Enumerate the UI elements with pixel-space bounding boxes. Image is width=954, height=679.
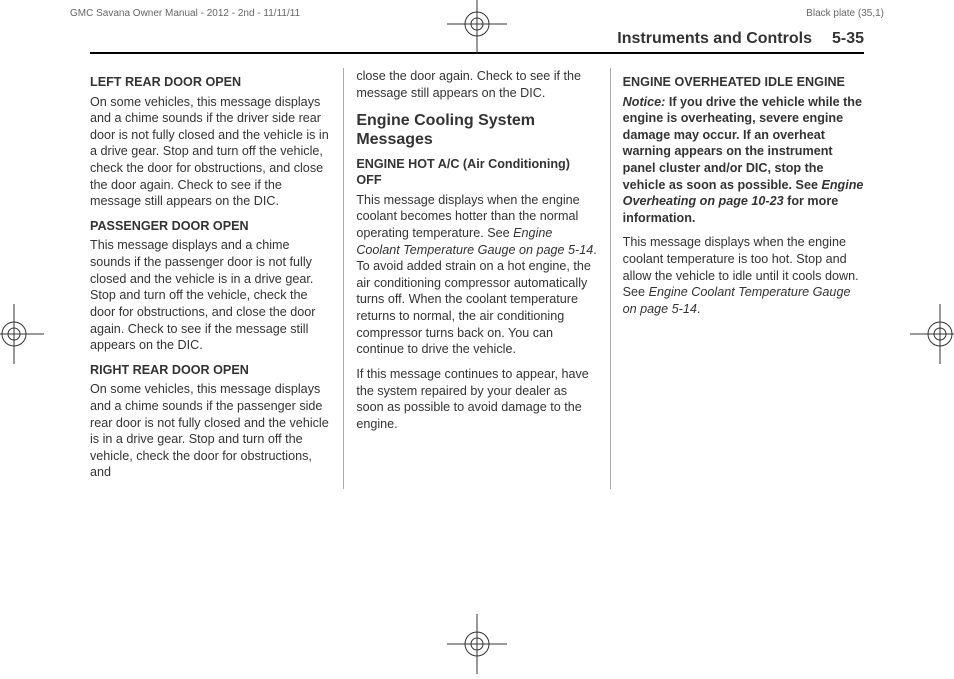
- body-text: If this message continues to appear, hav…: [356, 366, 597, 432]
- section-title: Instruments and Controls: [617, 30, 812, 48]
- plate-label: Black plate (35,1): [806, 8, 884, 19]
- crop-mark-right: [910, 304, 954, 364]
- body-text: On some vehicles, this message displays …: [90, 94, 331, 210]
- page-number: 5-35: [832, 30, 864, 48]
- body-text: This message displays and a chime sounds…: [90, 237, 331, 353]
- crop-mark-left: [0, 304, 44, 364]
- doc-id: GMC Savana Owner Manual - 2012 - 2nd - 1…: [70, 8, 300, 19]
- page-header: Instruments and Controls 5-35: [90, 30, 864, 54]
- content-columns: LEFT REAR DOOR OPEN On some vehicles, th…: [90, 68, 864, 489]
- column-3: ENGINE OVERHEATED IDLE ENGINE Notice: If…: [610, 68, 864, 489]
- column-2: close the door again. Check to see if th…: [343, 68, 609, 489]
- msg-passenger-door-open: PASSENGER DOOR OPEN: [90, 218, 331, 235]
- notice-label: Notice:: [623, 95, 666, 109]
- body-text: This message displays when the engine co…: [356, 192, 597, 358]
- column-1: LEFT REAR DOOR OPEN On some vehicles, th…: [90, 68, 343, 489]
- msg-left-rear-door-open: LEFT REAR DOOR OPEN: [90, 74, 331, 91]
- body-text: On some vehicles, this message displays …: [90, 381, 331, 481]
- notice-block: Notice: If you drive the vehicle while t…: [623, 94, 864, 227]
- msg-right-rear-door-open: RIGHT REAR DOOR OPEN: [90, 362, 331, 379]
- text-run: .: [697, 302, 701, 316]
- section-engine-cooling: Engine Cooling System Messages: [356, 111, 597, 149]
- crop-mark-bottom: [447, 614, 507, 674]
- text-run: . To avoid added strain on a hot engine,…: [356, 243, 596, 357]
- print-meta-bar: GMC Savana Owner Manual - 2012 - 2nd - 1…: [0, 0, 954, 20]
- body-text: close the door again. Check to see if th…: [356, 68, 597, 101]
- msg-engine-overheated-idle: ENGINE OVERHEATED IDLE ENGINE: [623, 74, 864, 91]
- cross-ref: Engine Coolant Temperature Gauge on page…: [623, 285, 851, 316]
- page-body: Instruments and Controls 5-35 LEFT REAR …: [90, 30, 864, 489]
- msg-engine-hot-ac-off: ENGINE HOT A/C (Air Conditioning) OFF: [356, 156, 597, 189]
- body-text: This message displays when the engine co…: [623, 234, 864, 317]
